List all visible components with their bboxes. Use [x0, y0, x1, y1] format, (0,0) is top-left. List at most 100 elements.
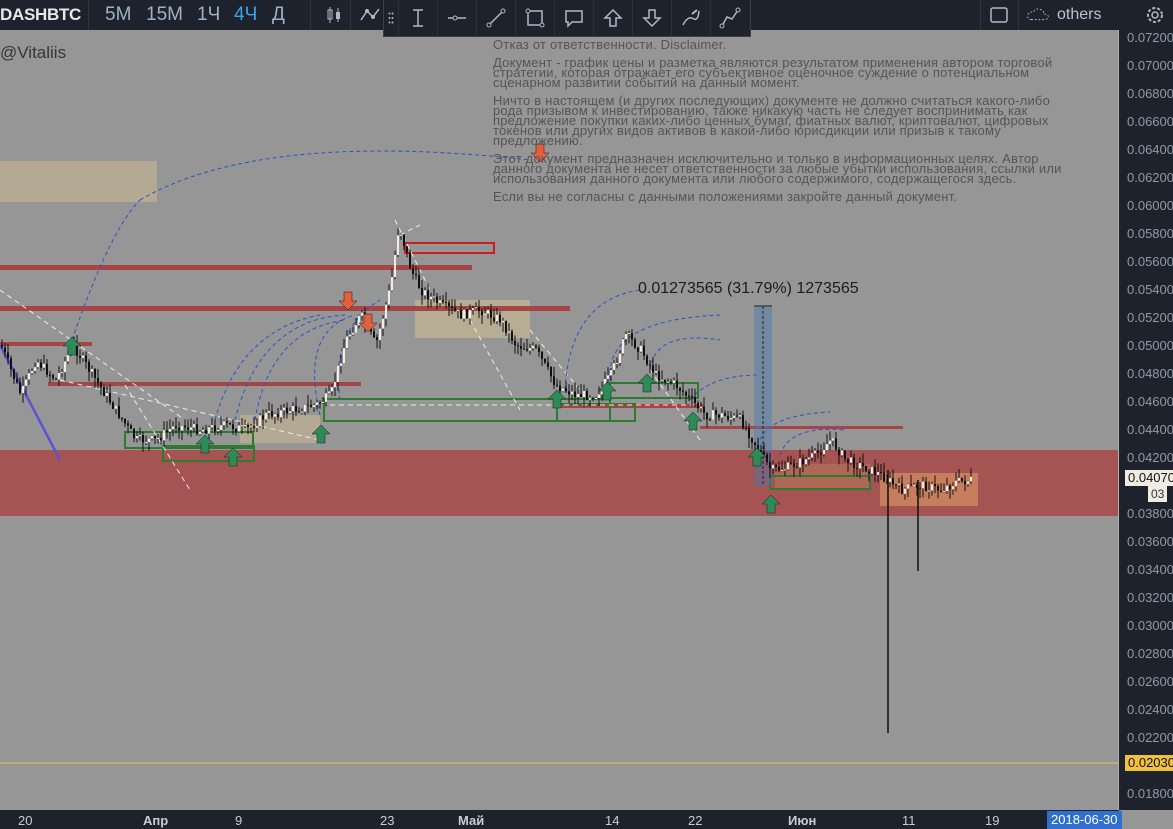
candle-body — [472, 308, 474, 311]
candle-body — [688, 395, 690, 397]
candle-body — [637, 347, 639, 352]
candle-body — [433, 296, 435, 298]
candle-body — [949, 485, 951, 490]
candle-body — [961, 477, 963, 482]
candle-body — [436, 296, 438, 303]
candle-body — [706, 412, 708, 420]
price-tick-label: 0.04400000 — [1127, 422, 1173, 437]
candle-body — [832, 438, 834, 441]
candle-body — [640, 345, 642, 352]
candle-body — [613, 363, 615, 371]
candle-body — [304, 404, 306, 412]
candle-body — [28, 373, 30, 380]
indicators-icon[interactable] — [358, 3, 382, 27]
candle-body — [361, 312, 363, 316]
timeframe-15m[interactable]: 15M — [146, 4, 183, 26]
time-tick-label: Июн — [788, 813, 817, 828]
candle-body — [307, 404, 309, 406]
candle-body — [334, 382, 336, 388]
candle-body — [490, 309, 492, 318]
arc — [609, 314, 721, 381]
candle-body — [625, 333, 627, 340]
candle-body — [691, 395, 693, 397]
candle-body — [43, 363, 45, 368]
candle-body — [217, 429, 219, 432]
candle-body — [256, 426, 258, 428]
candle-body — [238, 425, 240, 432]
candle-body — [439, 300, 441, 303]
candle-body — [712, 410, 714, 420]
cross-line-icon[interactable] — [398, 0, 437, 36]
candle-body — [568, 391, 570, 395]
time-tick-label: 11 — [902, 813, 916, 828]
arrow-down-icon[interactable] — [632, 0, 671, 36]
resistance-box — [404, 242, 495, 254]
candle-body — [727, 415, 729, 420]
candle-body — [670, 381, 672, 384]
horizontal-line-icon[interactable] — [437, 0, 476, 36]
candle-body — [466, 309, 468, 319]
trend-line-icon[interactable] — [476, 0, 515, 36]
candle-body — [937, 486, 939, 491]
candle-body — [100, 382, 102, 388]
path-icon[interactable] — [710, 0, 749, 36]
candle-body — [541, 351, 543, 359]
fullscreen-icon[interactable] — [987, 3, 1011, 27]
arrow-up-icon[interactable] — [593, 0, 632, 36]
disclaimer-paragraph: Ничто в настоящем (и других последующих)… — [493, 93, 1051, 148]
candle-body — [259, 415, 261, 427]
candle-body — [643, 345, 645, 356]
candle-body — [10, 358, 12, 370]
candle-body — [205, 429, 207, 434]
candle-body — [82, 355, 84, 359]
candle-body — [445, 301, 447, 303]
pen-icon[interactable] — [671, 0, 710, 36]
resistance-line — [700, 426, 903, 429]
cloud-icon[interactable] — [1026, 3, 1050, 27]
candle-body — [145, 442, 147, 444]
candle-body — [58, 372, 60, 380]
candle-body — [502, 320, 504, 323]
arrow-up-icon[interactable] — [683, 411, 703, 431]
arc — [214, 314, 321, 421]
timeframe-4h[interactable]: 4Ч — [234, 4, 257, 26]
candle-body — [49, 374, 51, 376]
candle-body — [37, 362, 39, 368]
candle-body — [106, 393, 108, 396]
candle-body — [184, 425, 186, 428]
candle-body — [793, 463, 795, 468]
timeframe-1h[interactable]: 1Ч — [197, 4, 220, 26]
candle-body — [178, 427, 180, 431]
candle-body — [808, 457, 810, 460]
candle-body — [754, 442, 756, 446]
toolbar-divider — [350, 0, 351, 30]
candle-body — [478, 307, 480, 312]
candle-body — [496, 314, 498, 322]
callout-icon[interactable] — [554, 0, 593, 36]
arrow-up-icon[interactable] — [62, 336, 82, 356]
candle-body — [814, 450, 816, 454]
candle-body — [175, 426, 177, 428]
candle-body — [190, 427, 192, 430]
timeframe-1d[interactable]: Д — [272, 4, 285, 26]
candle-body — [922, 481, 924, 489]
candles-icon[interactable] — [322, 3, 346, 27]
others-label[interactable]: others — [1057, 6, 1101, 24]
candle-body — [889, 478, 891, 482]
grip-icon[interactable] — [388, 12, 394, 24]
symbol-name[interactable]: DASHBTC — [0, 5, 81, 25]
time-tick-label: 19 — [985, 813, 1000, 828]
rectangle-icon[interactable] — [515, 0, 554, 36]
candle-body — [406, 246, 408, 253]
candle-body — [16, 379, 18, 383]
candle-body — [745, 427, 747, 429]
disclaimer-text: Отказ от ответственности. Disclaimer. До… — [493, 38, 1083, 210]
candle-body — [346, 336, 348, 349]
candle-body — [454, 307, 456, 311]
candle-body — [583, 390, 585, 398]
settings-icon[interactable] — [1143, 3, 1167, 27]
candle-body — [967, 481, 969, 485]
price-tick-label: 0.03200000 — [1127, 590, 1173, 605]
candle-body — [538, 347, 540, 352]
timeframe-5m[interactable]: 5M — [105, 4, 131, 26]
